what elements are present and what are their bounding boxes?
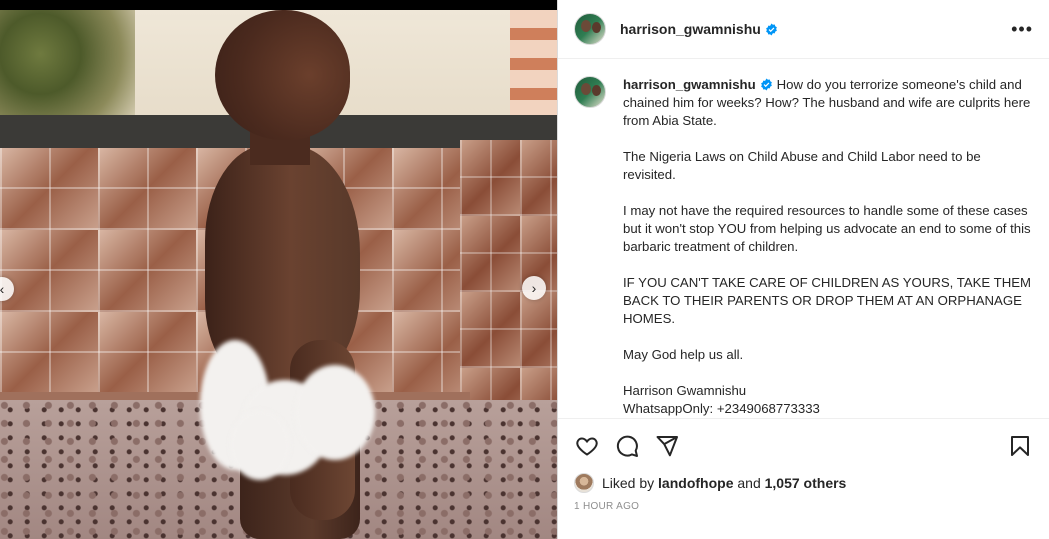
heart-icon[interactable] (574, 433, 600, 459)
author-avatar[interactable] (574, 13, 606, 45)
caption-first-paragraph: harrison_gwamnishu How do you terrorize s… (623, 76, 1033, 130)
post-media[interactable]: ‹ › (0, 0, 557, 539)
more-horizontal-icon[interactable]: ••• (1011, 20, 1033, 38)
instagram-post: ‹ › harrison_gwamnishu ••• harrison_gwam… (0, 0, 1049, 539)
bookmark-icon[interactable] (1007, 433, 1033, 459)
post-actions: Liked by landofhope and 1,057 others 1 H… (558, 418, 1049, 512)
liker-avatar[interactable] (574, 473, 594, 493)
post-caption: harrison_gwamnishu How do you terrorize s… (623, 76, 1033, 417)
photo-foliage (0, 10, 135, 120)
carousel-next-button[interactable]: › (522, 276, 546, 300)
caption-author-avatar[interactable] (574, 76, 606, 108)
likes-summary: Liked by landofhope and 1,057 others (574, 473, 1033, 493)
comment-icon[interactable] (614, 433, 640, 459)
action-icons-row (574, 433, 1033, 459)
post-side-panel: harrison_gwamnishu ••• harrison_gwamnish… (557, 0, 1049, 539)
verified-badge-icon (765, 23, 777, 35)
photo-censor-blur (200, 340, 375, 480)
signature-contact: WhatsappOnly: +2349068773333 (623, 401, 820, 416)
share-icon[interactable] (654, 433, 680, 459)
likes-prefix: Liked by (602, 475, 655, 491)
caption-signature: Harrison Gwamnishu WhatsappOnly: +2349068… (623, 382, 1033, 417)
caption-verified-badge-icon (760, 78, 772, 91)
post-timestamp[interactable]: 1 HOUR AGO (574, 501, 1033, 512)
signature-name: Harrison Gwamnishu (623, 383, 747, 398)
photo-child-head (215, 10, 350, 140)
post-photo (0, 10, 557, 539)
liker-username[interactable]: landofhope (658, 475, 733, 491)
caption-paragraph-2: The Nigeria Laws on Child Abuse and Chil… (623, 149, 985, 182)
chevron-left-icon: ‹ (0, 281, 5, 297)
likes-others-link[interactable]: 1,057 others (765, 475, 847, 491)
likes-conjunction: and (737, 475, 761, 491)
caption-paragraph-3: I may not have the required resources to… (623, 203, 1035, 254)
caption-paragraph-4: IF YOU CAN'T TAKE CARE OF CHILDREN AS YO… (623, 275, 1035, 326)
author-username[interactable]: harrison_gwamnishu (620, 21, 761, 37)
post-header: harrison_gwamnishu ••• (558, 0, 1049, 59)
caption-paragraph-5: May God help us all. (623, 347, 744, 362)
caption-section: harrison_gwamnishu How do you terrorize s… (558, 60, 1049, 417)
chevron-right-icon: › (531, 280, 537, 296)
caption-username[interactable]: harrison_gwamnishu (623, 77, 756, 92)
